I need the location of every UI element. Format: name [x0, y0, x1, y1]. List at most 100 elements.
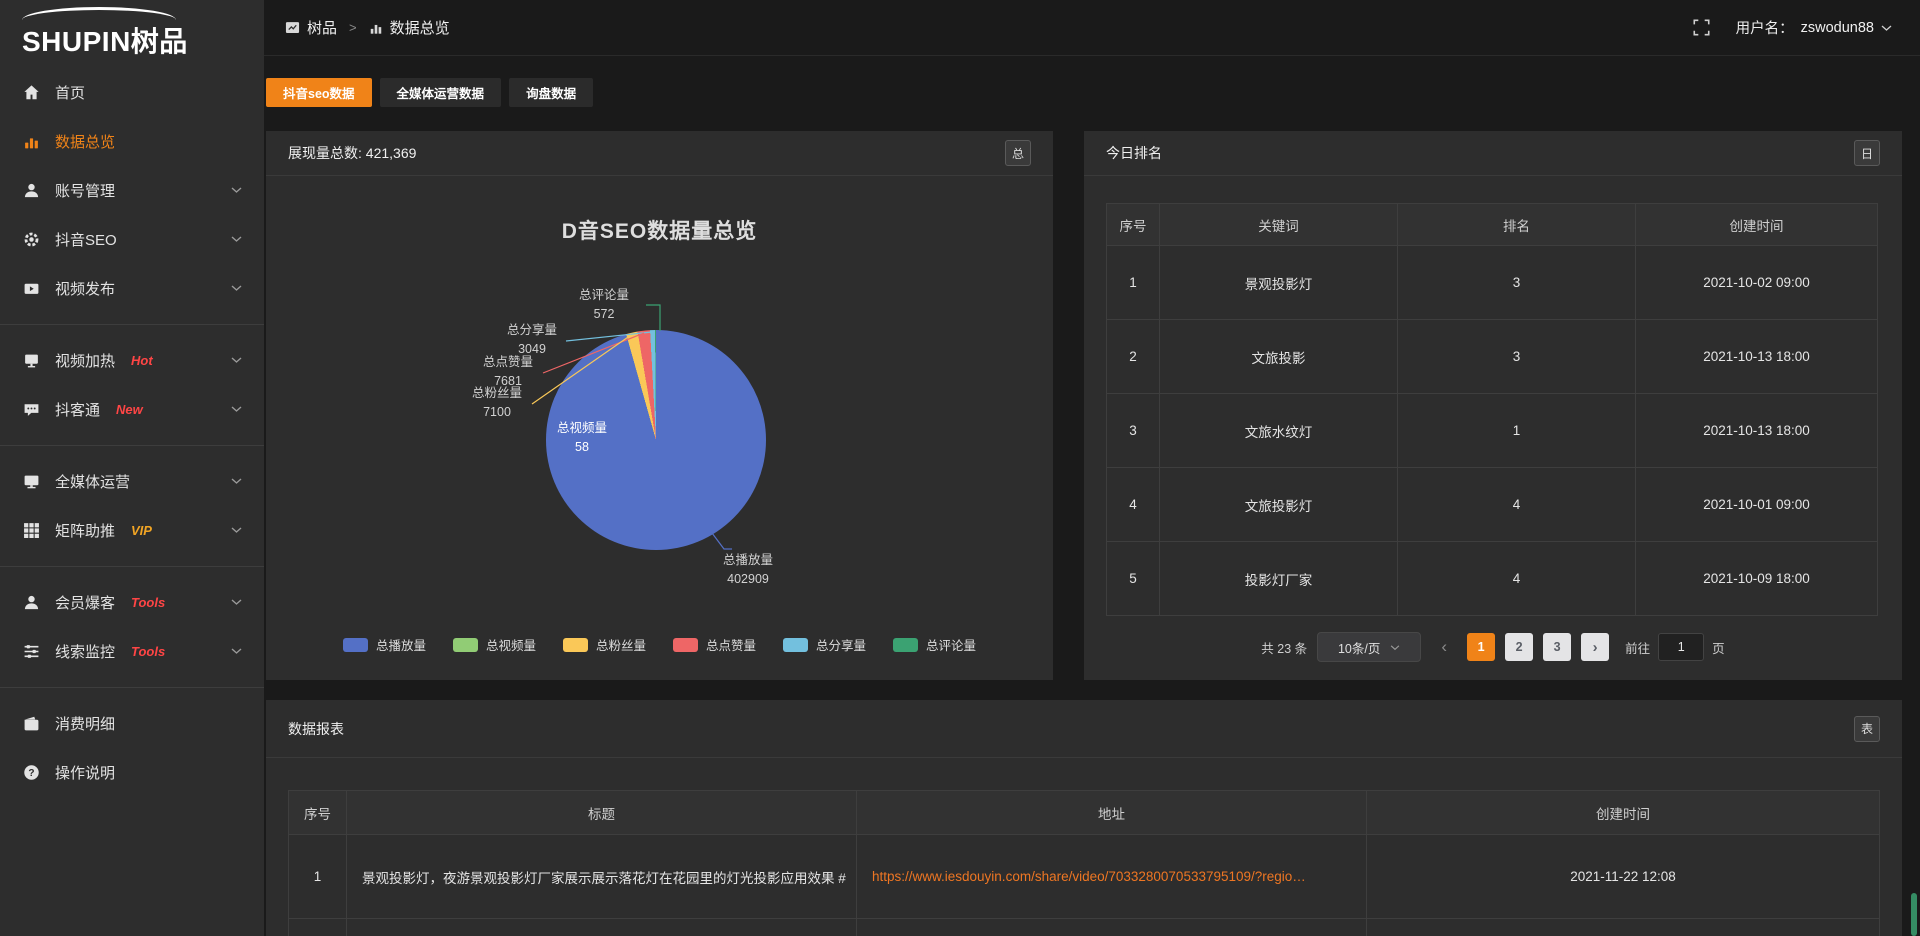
grid-icon	[22, 522, 40, 539]
sidebar-item-douketong[interactable]: 抖客通 New	[0, 385, 264, 434]
legend-swatch	[893, 638, 918, 652]
chevron-down-icon	[231, 527, 242, 534]
sidebar-item-data-overview[interactable]: 数据总览	[0, 117, 264, 166]
legend-swatch	[343, 638, 368, 652]
pie-label-comments: 总评论量 572	[566, 286, 642, 324]
sidebar-item-douyin-seo[interactable]: 抖音SEO	[0, 215, 264, 264]
page-button-2[interactable]: 2	[1505, 633, 1533, 661]
chevron-down-icon	[231, 187, 242, 194]
column-header: 创建时间	[1367, 791, 1879, 834]
hot-badge: Hot	[131, 353, 153, 368]
report-table: 序号 标题 地址 创建时间 1 景观投影灯，夜游景观投影灯厂家展示展示落花灯在花…	[288, 790, 1880, 936]
tools-badge: Tools	[131, 595, 165, 610]
chevron-down-icon	[231, 648, 242, 655]
vip-badge: VIP	[131, 523, 152, 538]
legend-item-fans[interactable]: 总粉丝量	[563, 635, 646, 654]
username-value: zswodun88	[1801, 20, 1874, 36]
sidebar-item-label: 操作说明	[55, 762, 115, 783]
cell-created: 2021-10-02 09:00	[1636, 246, 1877, 319]
chevron-down-icon	[231, 478, 242, 485]
sidebar-item-media-operation[interactable]: 全媒体运营	[0, 457, 264, 506]
cell-rank: 3	[1398, 320, 1636, 393]
sidebar: SHUPIN树品 首页 数据总览 账号管理 抖音SEO	[0, 0, 264, 936]
table-row	[289, 919, 1879, 936]
question-circle-icon: ?	[22, 764, 40, 781]
sidebar-item-consumption[interactable]: 消费明细	[0, 699, 264, 748]
cell-index: 1	[289, 835, 347, 918]
member-icon	[22, 594, 40, 611]
breadcrumb-label: 树品	[307, 17, 337, 38]
cell-rank: 3	[1398, 246, 1636, 319]
cell-url-link	[857, 919, 1367, 936]
table-header-row: 序号 关键词 排名 创建时间	[1107, 204, 1877, 246]
breadcrumb-current[interactable]: 数据总览	[369, 17, 450, 38]
cell-created: 2021-11-22 12:08	[1367, 835, 1879, 918]
new-badge: New	[116, 402, 143, 417]
legend-item-shares[interactable]: 总分享量	[783, 635, 866, 654]
sidebar-item-label: 抖音SEO	[55, 229, 117, 250]
overview-chart-panel: 展现量总数: 421,369 总 D音SEO数据量总览 总评论量 572 总分享…	[266, 131, 1053, 680]
logo: SHUPIN树品	[0, 0, 264, 64]
cell-keyword: 景观投影灯	[1160, 246, 1398, 319]
chart-legend: 总播放量 总视频量 总粉丝量 总点赞量 总分享量 总评论量	[266, 635, 1053, 654]
home-icon	[22, 84, 40, 101]
chat-icon	[22, 401, 40, 418]
tab-inquiry-data[interactable]: 询盘数据	[509, 78, 593, 107]
cell-created: 2021-10-13 18:00	[1636, 394, 1877, 467]
goto-page-input[interactable]	[1658, 633, 1704, 661]
logo-text: SHUPIN树品	[22, 20, 188, 60]
today-rank-panel: 今日排名 日 序号 关键词 排名 创建时间 1 景观投影灯 3 2021-10-…	[1084, 131, 1902, 680]
user-menu[interactable]: 用户名： zswodun88	[1736, 17, 1892, 38]
sidebar-item-video-publish[interactable]: 视频发布	[0, 264, 264, 313]
report-panel-header: 数据报表 表	[266, 700, 1902, 758]
breadcrumb-label: 数据总览	[390, 17, 450, 38]
wallet-icon	[22, 715, 40, 732]
chevron-down-icon	[1881, 20, 1892, 36]
sidebar-menu: 首页 数据总览 账号管理 抖音SEO 视频发布	[0, 64, 264, 797]
breadcrumb-separator: >	[349, 20, 357, 35]
tab-douyin-seo-data[interactable]: 抖音seo数据	[266, 78, 372, 107]
page-size-select[interactable]: 10条/页	[1317, 632, 1421, 662]
sidebar-item-help[interactable]: ? 操作说明	[0, 748, 264, 797]
total-toggle-button[interactable]: 总	[1005, 140, 1031, 166]
dashboard-app: SHUPIN树品 首页 数据总览 账号管理 抖音SEO	[0, 0, 1920, 936]
sidebar-item-label: 会员爆客	[55, 592, 115, 613]
cell-index: 3	[1107, 394, 1160, 467]
page-button-1[interactable]: 1	[1467, 633, 1495, 661]
logo-shupin: SHUPIN	[22, 26, 131, 57]
pagination-total: 共 23 条	[1261, 638, 1307, 657]
breadcrumb-root[interactable]: 树品	[285, 17, 337, 38]
table-toggle-button[interactable]: 表	[1854, 716, 1880, 742]
scrollbar-thumb[interactable]	[1911, 893, 1917, 936]
sidebar-item-video-heat[interactable]: 视频加热 Hot	[0, 336, 264, 385]
sidebar-item-account[interactable]: 账号管理	[0, 166, 264, 215]
sidebar-item-label: 账号管理	[55, 180, 115, 201]
pagination: 共 23 条 10条/页 ‹ 1 2 3 › 前往 页	[1084, 632, 1902, 662]
legend-item-comments[interactable]: 总评论量	[893, 635, 976, 654]
fullscreen-icon[interactable]	[1693, 19, 1710, 36]
next-page-button[interactable]: ›	[1581, 633, 1609, 661]
mini-bar-chart-icon	[369, 21, 383, 35]
sidebar-item-matrix-boost[interactable]: 矩阵助推 VIP	[0, 506, 264, 555]
sidebar-item-member-burst[interactable]: 会员爆客 Tools	[0, 578, 264, 627]
column-header: 序号	[289, 791, 347, 834]
sidebar-item-label: 消费明细	[55, 713, 115, 734]
chevron-down-icon	[231, 599, 242, 606]
legend-swatch	[783, 638, 808, 652]
page-button-3[interactable]: 3	[1543, 633, 1571, 661]
tools-badge: Tools	[131, 644, 165, 659]
pie-label-plays: 总播放量 402909	[698, 551, 798, 589]
legend-item-likes[interactable]: 总点赞量	[673, 635, 756, 654]
tab-media-operation-data[interactable]: 全媒体运营数据	[380, 78, 502, 107]
chevron-down-icon	[1390, 640, 1400, 654]
legend-item-videos[interactable]: 总视频量	[453, 635, 536, 654]
sidebar-item-lead-monitor[interactable]: 线索监控 Tools	[0, 627, 264, 676]
sidebar-item-home[interactable]: 首页	[0, 68, 264, 117]
data-report-panel: 数据报表 表 序号 标题 地址 创建时间 1 景观投影灯，夜游景观投影灯厂家展示…	[266, 700, 1902, 936]
day-toggle-button[interactable]: 日	[1854, 140, 1880, 166]
column-header: 关键词	[1160, 204, 1398, 245]
username-label: 用户名：	[1736, 17, 1794, 38]
prev-page-button[interactable]: ‹	[1431, 633, 1457, 661]
legend-item-plays[interactable]: 总播放量	[343, 635, 426, 654]
cell-url-link[interactable]: https://www.iesdouyin.com/share/video/70…	[857, 835, 1367, 918]
